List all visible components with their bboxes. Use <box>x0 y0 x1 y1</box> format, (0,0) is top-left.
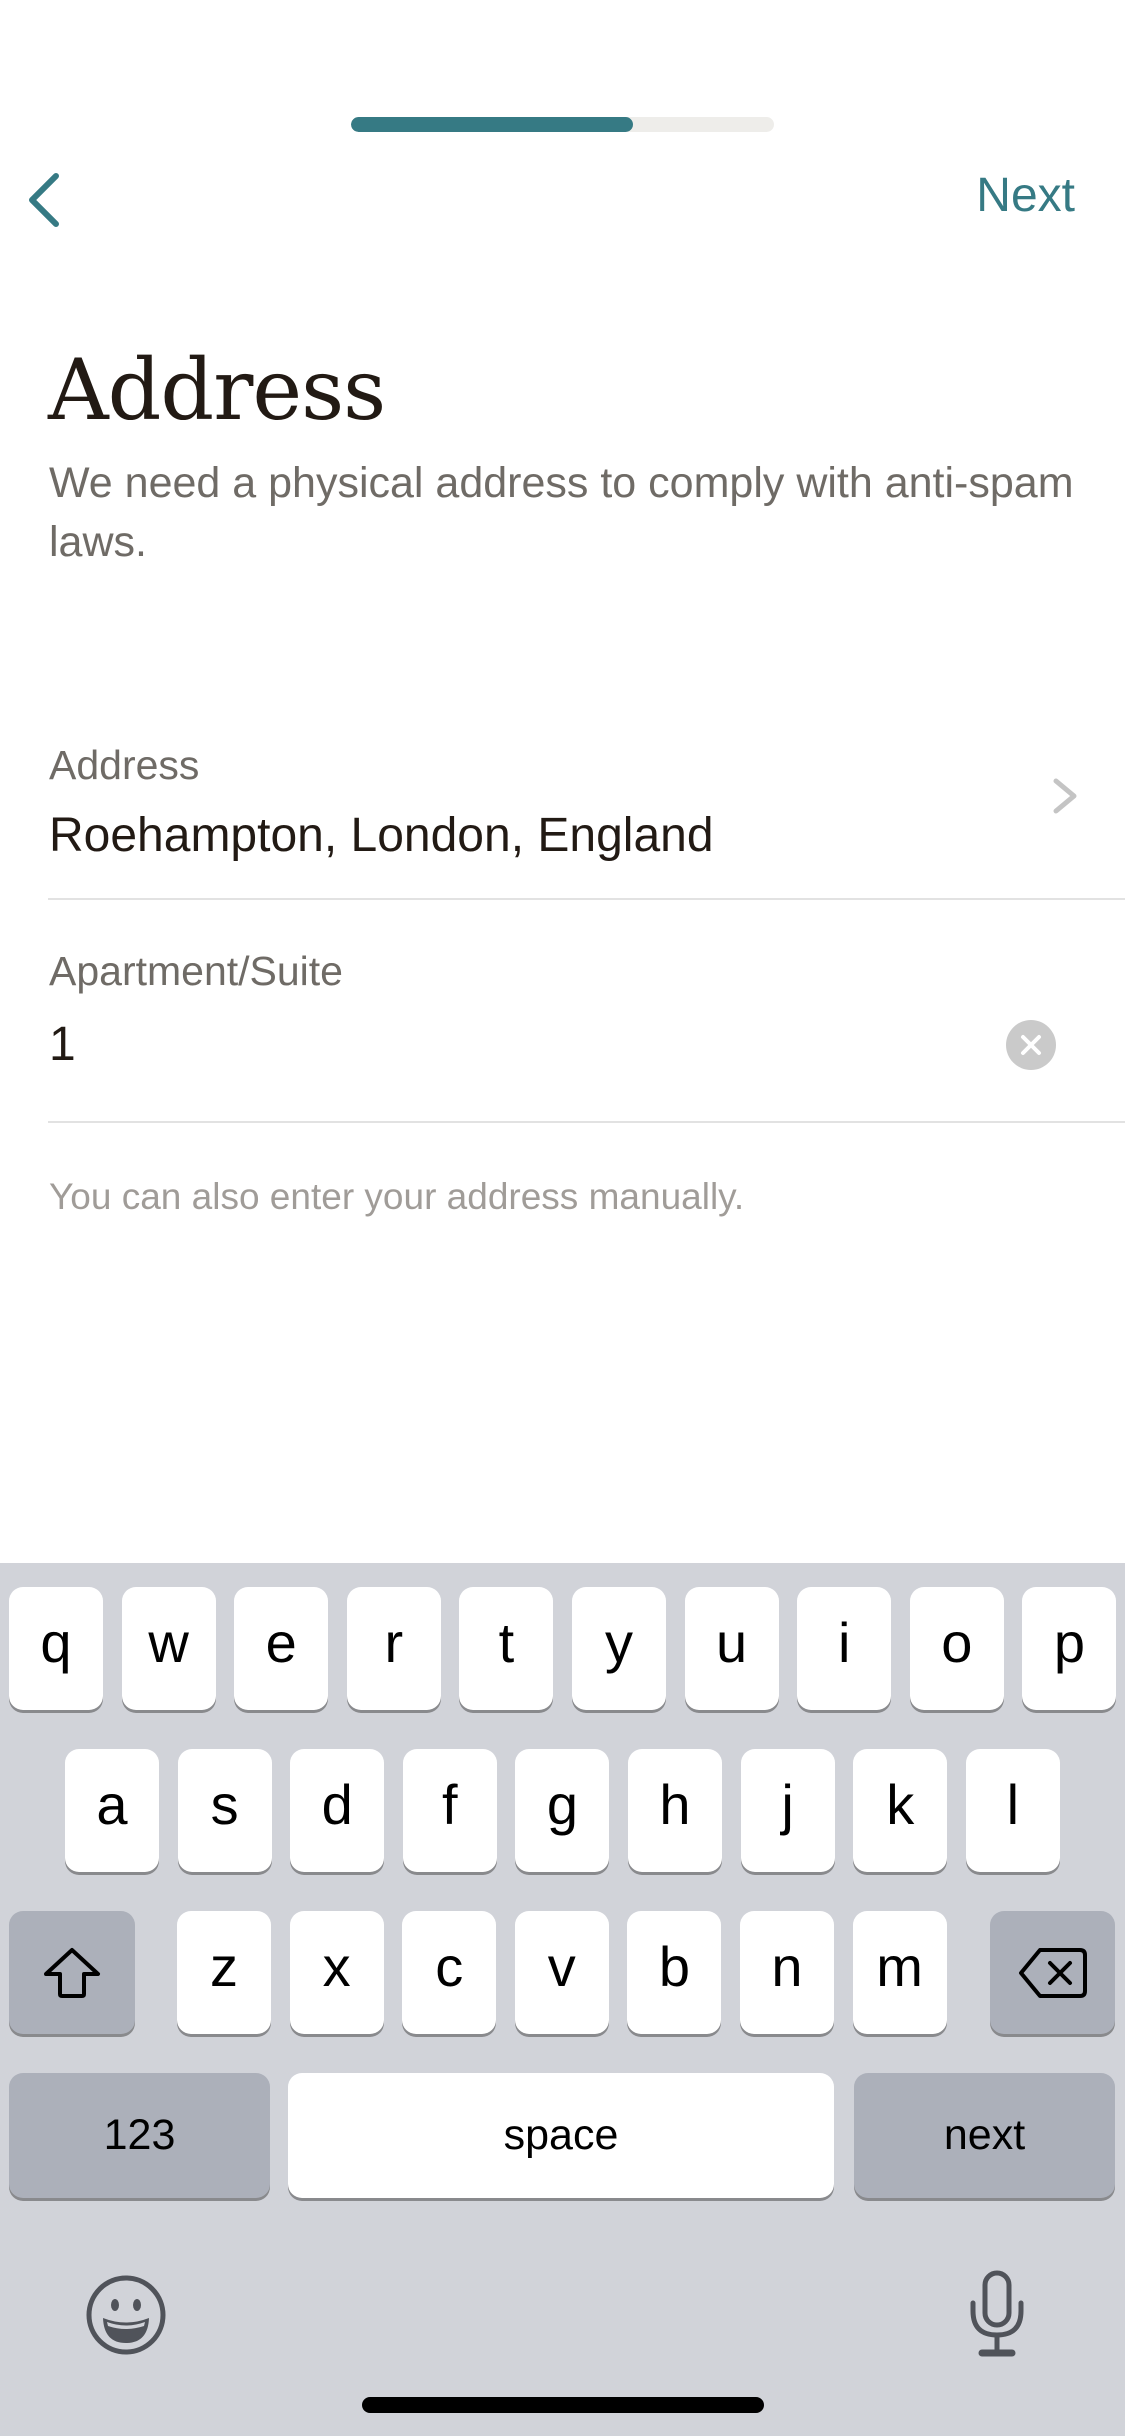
emoji-icon <box>86 2275 166 2355</box>
key-k[interactable]: k <box>853 1749 948 1872</box>
key-label: z <box>210 1935 238 1998</box>
key-label: w <box>148 1611 189 1674</box>
manual-entry-link[interactable]: You can also enter your address manually… <box>49 1172 744 1222</box>
apartment-divider <box>48 1121 1125 1123</box>
apartment-field[interactable]: Apartment/Suite 1 <box>0 930 1125 1120</box>
key-t[interactable]: t <box>459 1587 554 1710</box>
key-o[interactable]: o <box>909 1587 1004 1710</box>
key-n[interactable]: n <box>740 1911 834 2034</box>
key-i[interactable]: i <box>797 1587 892 1710</box>
key-e[interactable]: e <box>234 1587 329 1710</box>
address-label: Address <box>49 742 200 788</box>
key-label: o <box>941 1611 973 1674</box>
key-p[interactable]: p <box>1022 1587 1117 1710</box>
key-y[interactable]: y <box>572 1587 666 1710</box>
key-label: y <box>605 1611 633 1674</box>
delete-key[interactable] <box>990 1911 1115 2034</box>
shift-key[interactable] <box>9 1911 135 2034</box>
address-field[interactable]: Address Roehampton, London, England <box>0 730 1125 900</box>
apartment-input[interactable]: 1 <box>49 1015 76 1075</box>
space-key[interactable]: space <box>288 2073 834 2198</box>
address-divider <box>48 898 1125 900</box>
key-d[interactable]: d <box>290 1749 385 1872</box>
key-b[interactable]: b <box>627 1911 722 2034</box>
key-label: t <box>498 1611 515 1674</box>
key-label: l <box>1006 1773 1020 1836</box>
key-label: u <box>716 1611 748 1674</box>
next-key[interactable]: next <box>854 2073 1115 2198</box>
key-label: h <box>659 1773 691 1836</box>
address-value: Roehampton, London, England <box>49 809 714 862</box>
key-f[interactable]: f <box>402 1749 497 1872</box>
chevron-left-icon <box>29 173 59 227</box>
clear-icon <box>1021 1035 1041 1055</box>
keyboard: q w e r t y u i o p a s d f g h j k l z x c v b n m 123 space n… <box>0 1563 1125 2436</box>
key-label: d <box>321 1773 353 1836</box>
progress-bar-fill <box>351 117 634 132</box>
key-c[interactable]: c <box>402 1911 497 2034</box>
key-h[interactable]: h <box>628 1749 722 1872</box>
delete-icon <box>1018 1947 1087 1998</box>
key-a[interactable]: a <box>65 1749 159 1872</box>
key-l[interactable]: l <box>965 1749 1060 1872</box>
key-m[interactable]: m <box>852 1911 947 2034</box>
page-subtitle: We need a physical address to comply wit… <box>49 459 1074 566</box>
key-x[interactable]: x <box>289 1911 384 2034</box>
key-z[interactable]: z <box>177 1911 271 2034</box>
key-label: v <box>547 1935 576 1998</box>
key-label: m <box>876 1935 923 1998</box>
home-indicator <box>362 2397 764 2413</box>
key-r[interactable]: r <box>346 1587 441 1710</box>
key-label: x <box>322 1935 351 1998</box>
chevron-right-icon <box>1053 778 1077 814</box>
key-label: e <box>265 1611 297 1674</box>
key-label: c <box>435 1935 464 1998</box>
key-v[interactable]: v <box>514 1911 609 2034</box>
key-label: q <box>40 1611 72 1674</box>
key-q[interactable]: q <box>9 1587 103 1710</box>
back-button[interactable] <box>14 160 74 236</box>
key-label: b <box>658 1935 690 1998</box>
key-j[interactable]: j <box>740 1749 835 1872</box>
shift-icon <box>44 1947 100 1998</box>
key-label: p <box>1053 1611 1085 1674</box>
key-label: k <box>886 1773 915 1836</box>
numbers-key[interactable]: 123 <box>9 2073 270 2198</box>
apartment-label: Apartment/Suite <box>49 948 343 994</box>
progress-bar <box>351 117 774 132</box>
key-label: j <box>781 1773 794 1836</box>
key-s[interactable]: s <box>177 1749 272 1872</box>
dictation-button[interactable] <box>966 2269 1028 2364</box>
key-label: f <box>442 1773 458 1836</box>
key-label: g <box>546 1773 578 1836</box>
key-g[interactable]: g <box>515 1749 610 1872</box>
key-w[interactable]: w <box>121 1587 216 1710</box>
key-label: a <box>96 1773 128 1836</box>
next-button[interactable]: Next <box>976 166 1075 226</box>
key-label: n <box>771 1935 803 1998</box>
key-label: i <box>837 1611 851 1674</box>
key-u[interactable]: u <box>684 1587 779 1710</box>
page-title: Address <box>48 341 386 439</box>
key-label: r <box>384 1611 404 1674</box>
emoji-button[interactable] <box>84 2273 168 2362</box>
microphone-icon <box>970 2270 1024 2357</box>
key-label: s <box>210 1773 239 1836</box>
clear-button[interactable] <box>1006 1020 1056 1070</box>
